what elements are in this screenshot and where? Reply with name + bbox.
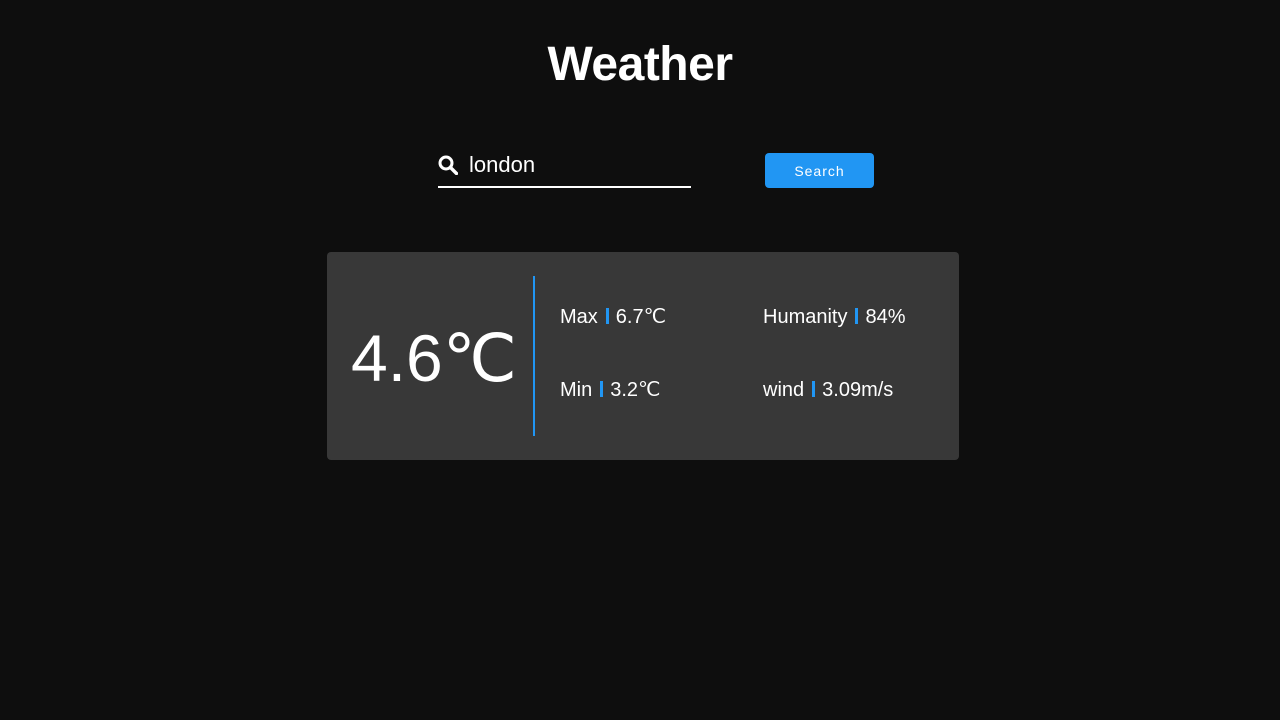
wind-label: wind <box>763 379 805 401</box>
max-separator <box>605 308 609 324</box>
wind-value: 3.09m/s <box>822 379 894 401</box>
min-unit: ℃ <box>638 379 661 401</box>
current-temperature: 4.6℃ <box>351 318 531 398</box>
wind: wind 3.09m/s <box>763 377 893 403</box>
humidity-separator <box>855 308 859 324</box>
search-field <box>438 148 691 188</box>
weather-card: 4.6℃ Max 6.7℃ Min 3.2℃ Humanity 84% wind 3.0… <box>327 252 959 460</box>
max-unit: ℃ <box>643 306 667 328</box>
search-icon <box>438 155 459 176</box>
max-value: 6.7 <box>615 306 644 328</box>
wind-separator <box>812 381 816 397</box>
search-bar: Search <box>438 148 874 190</box>
humidity-label: Humanity <box>763 306 848 328</box>
search-input[interactable] <box>469 150 689 180</box>
min-temperature: Min 3.2℃ <box>560 377 661 403</box>
min-label: Min <box>560 379 593 401</box>
card-divider <box>533 276 535 436</box>
current-temperature-value: 4.6 <box>351 321 443 395</box>
current-temperature-unit: ℃ <box>442 323 517 396</box>
page-title: Weather <box>547 38 733 91</box>
weather-app: Weather Search 4.6℃ Max6.7℃ Min3.2℃ Huma… <box>0 0 1280 720</box>
humidity: Humanity 84% <box>763 304 906 330</box>
humidity-value: 84% <box>865 306 906 328</box>
max-label: Max <box>560 306 598 328</box>
max-temperature: Max 6.7℃ <box>560 304 666 330</box>
min-separator <box>600 381 604 397</box>
min-value: 3.2 <box>610 379 639 401</box>
search-button[interactable]: Search <box>765 153 874 188</box>
